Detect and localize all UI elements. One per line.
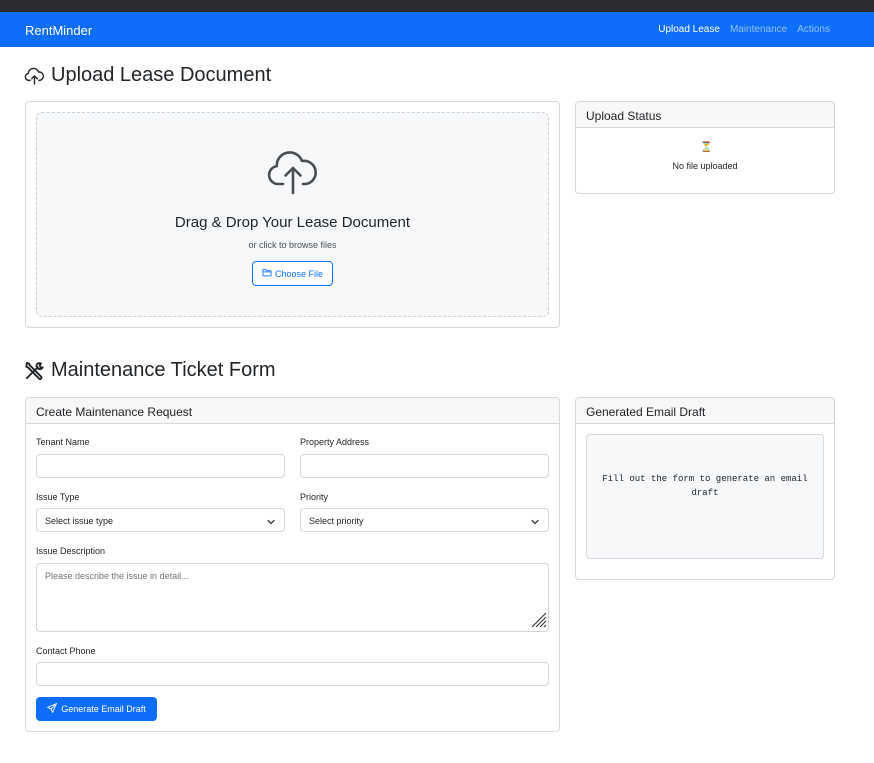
window-top-strip [0, 0, 874, 12]
chevron-down-icon [267, 517, 275, 527]
maintenance-form-card: Create Maintenance Request Tenant Name P… [25, 397, 560, 732]
upload-status-text: No file uploaded [672, 161, 738, 171]
email-draft-card: Generated Email Draft Fill out the form … [575, 397, 835, 580]
upload-title-text: Upload Lease Document [51, 64, 272, 86]
issue-type-selected: Select issue type [45, 516, 114, 526]
email-draft-placeholder: Fill out the form to generate an email d… [602, 474, 808, 498]
choose-file-label: Choose File [274, 268, 324, 279]
maintenance-section-title: Maintenance Ticket Form [24, 359, 276, 382]
priority-selected: Select priority [309, 516, 364, 526]
upload-status-card: Upload Status ⏳ No file uploaded [575, 101, 835, 194]
choose-file-button[interactable]: Choose File [252, 261, 333, 286]
tools-icon [24, 360, 45, 381]
property-address-input[interactable] [300, 454, 549, 478]
upload-card: Drag & Drop Your Lease Document or click… [25, 101, 560, 328]
email-draft-header: Generated Email Draft [576, 398, 834, 424]
property-address-label: Property Address [300, 437, 370, 447]
chevron-down-icon [531, 517, 539, 527]
issue-description-placeholder: Please describe the issue in detail... [45, 571, 189, 581]
issue-type-label: Issue Type [36, 492, 80, 502]
priority-select[interactable]: Select priority [300, 508, 549, 532]
tenant-name-input[interactable] [36, 454, 285, 478]
generate-email-draft-button[interactable]: Generate Email Draft [36, 697, 157, 721]
cloud-upload-icon [24, 66, 45, 86]
nav-link-actions[interactable]: Actions [797, 24, 830, 35]
upload-section-title: Upload Lease Document [24, 64, 271, 87]
nav-link-upload-lease[interactable]: Upload Lease [658, 24, 720, 35]
priority-label: Priority [300, 492, 329, 502]
issue-description-label: Issue Description [36, 546, 106, 556]
send-icon [47, 703, 58, 715]
resize-handle-icon[interactable] [529, 610, 547, 630]
upload-status-header: Upload Status [576, 102, 834, 128]
nav-link-maintenance[interactable]: Maintenance [730, 24, 787, 35]
issue-description-textarea[interactable]: Please describe the issue in detail... [36, 563, 549, 632]
nav-links: Upload Lease Maintenance Actions [658, 24, 830, 35]
contact-phone-label: Contact Phone [36, 646, 96, 656]
email-draft-box: Fill out the form to generate an email d… [586, 434, 824, 559]
dropzone-subtitle: or click to browse files [248, 240, 337, 250]
cloud-upload-large-icon [266, 147, 320, 200]
generate-email-draft-label: Generate Email Draft [61, 704, 146, 714]
hourglass-icon: ⏳ [700, 142, 713, 153]
maintenance-title-text: Maintenance Ticket Form [51, 359, 276, 381]
maintenance-form-header: Create Maintenance Request [26, 398, 559, 424]
navbar: RentMinder Upload Lease Maintenance Acti… [0, 12, 874, 47]
folder-icon [262, 268, 272, 279]
tenant-name-label: Tenant Name [36, 437, 90, 447]
brand-logo[interactable]: RentMinder [25, 23, 92, 38]
contact-phone-input[interactable] [36, 662, 549, 686]
issue-type-select[interactable]: Select issue type [36, 508, 285, 532]
dropzone[interactable]: Drag & Drop Your Lease Document or click… [36, 112, 549, 317]
dropzone-title: Drag & Drop Your Lease Document [174, 214, 411, 231]
